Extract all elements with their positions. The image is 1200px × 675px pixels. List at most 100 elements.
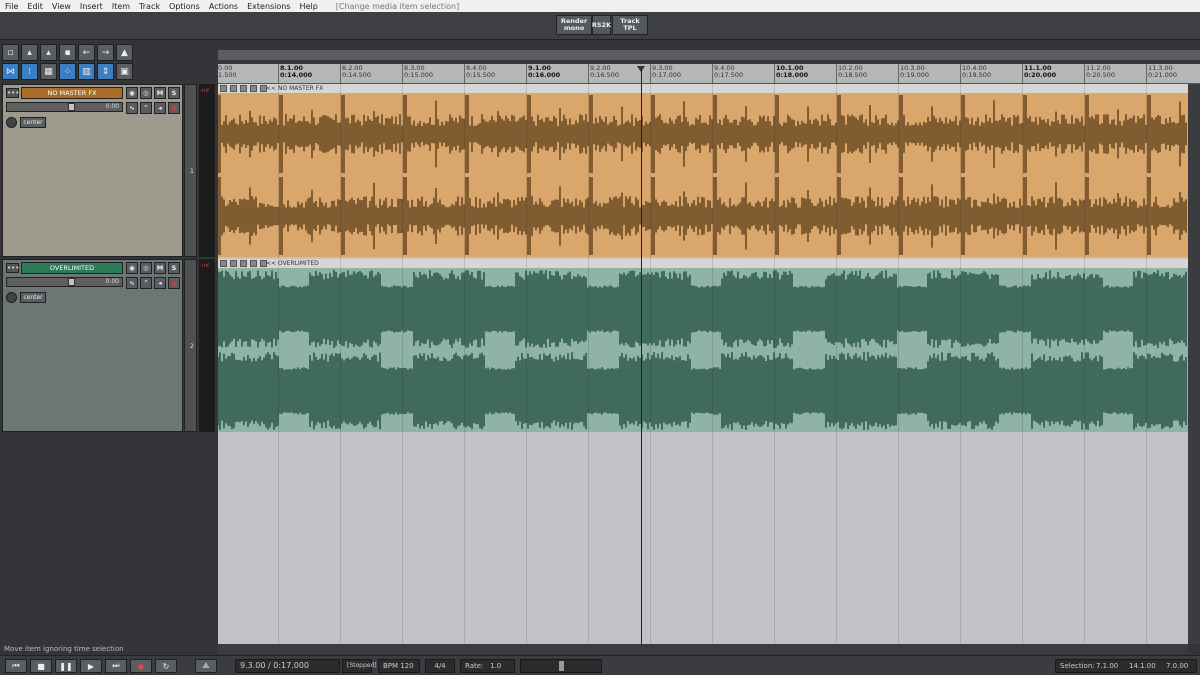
- render-mono-button[interactable]: Render mono: [556, 15, 592, 35]
- rewind-icon[interactable]: ⏮: [5, 659, 27, 673]
- menu-track[interactable]: Track: [134, 2, 164, 11]
- lock-icon[interactable]: ▣: [116, 63, 133, 80]
- menu-actions[interactable]: Actions: [204, 2, 242, 11]
- mute-button[interactable]: M: [154, 87, 166, 99]
- time-signature[interactable]: 4/4: [425, 659, 455, 673]
- track-options-icon[interactable]: •••: [6, 88, 19, 98]
- route-icon[interactable]: ◂: [154, 102, 166, 114]
- selection-display[interactable]: Selection: 7.1.00 14.1.00 7.0.00: [1055, 659, 1197, 673]
- menu-help[interactable]: Help: [295, 2, 322, 11]
- item-props-icon[interactable]: [240, 85, 247, 92]
- timeline-ruler[interactable]: 0.00 1.500 8.1.00 0:14.000 8.2.00 0:14.500 8.3…: [218, 64, 1200, 84]
- media-item-2[interactable]: << OVERLIMITED: [218, 259, 1188, 432]
- record-monitor-icon[interactable]: ◉: [126, 262, 138, 274]
- item-lock-icon[interactable]: [220, 260, 227, 267]
- grid-icon[interactable]: ▦: [40, 63, 57, 80]
- repeat-icon[interactable]: ↻: [155, 659, 177, 673]
- menu-extensions[interactable]: Extensions: [242, 2, 294, 11]
- phase-icon[interactable]: ⌃: [140, 277, 152, 289]
- item-fx-icon[interactable]: [230, 260, 237, 267]
- transport-options-icon[interactable]: ⟁: [195, 659, 217, 673]
- position-display[interactable]: 9.3.00 / 0:17.000: [235, 659, 340, 673]
- snap-icon[interactable]: ⁘: [59, 63, 76, 80]
- ripple-edit-icon[interactable]: ⁝: [21, 63, 38, 80]
- auto-crossfade-icon[interactable]: ⋈: [2, 63, 19, 80]
- ruler-tick: [650, 64, 651, 83]
- pan-knob[interactable]: [6, 117, 17, 128]
- solo-button[interactable]: S: [168, 87, 180, 99]
- fast-forward-icon[interactable]: ⏭: [105, 659, 127, 673]
- rate-display[interactable]: Rate: 1.0: [460, 659, 515, 673]
- rate-label: Rate:: [465, 662, 484, 670]
- grid-line: [340, 84, 341, 644]
- pause-icon[interactable]: ❚❚: [55, 659, 77, 673]
- record-icon[interactable]: ◉: [130, 659, 152, 673]
- menu-insert[interactable]: Insert: [75, 2, 107, 11]
- mute-button[interactable]: M: [154, 262, 166, 274]
- vertical-scrollbar[interactable]: [1188, 84, 1200, 644]
- project-settings-icon[interactable]: ▪: [59, 44, 76, 61]
- selection-label: Selection:: [1060, 662, 1095, 670]
- envelope-lock-icon[interactable]: ⇕: [97, 63, 114, 80]
- track-tpl-button[interactable]: Track TPL: [612, 15, 648, 35]
- ruler-label: 10.2.00 0:18.500: [838, 64, 868, 79]
- arrange-view[interactable]: << NO MASTER FX << OVERLIMITED: [218, 84, 1188, 644]
- item-take-icon[interactable]: [250, 260, 257, 267]
- fader-knob[interactable]: [68, 103, 75, 111]
- pan-value[interactable]: center: [20, 117, 46, 128]
- ruler-tick: [1084, 64, 1085, 83]
- empty-track-area[interactable]: [0, 432, 216, 644]
- media-item-1[interactable]: << NO MASTER FX: [218, 84, 1188, 257]
- track-panel-1[interactable]: ••• NO MASTER FX ◉ ◎ M S 0.00 ∿ ⌃ ◂ ◉ ce…: [2, 84, 183, 257]
- route-icon[interactable]: ◂: [154, 277, 166, 289]
- rs2k-button[interactable]: RS2K: [592, 15, 611, 35]
- play-icon[interactable]: ▶: [80, 659, 102, 673]
- bpm-display[interactable]: BPM 120: [378, 659, 420, 673]
- open-project-icon[interactable]: ▴: [21, 44, 38, 61]
- track-name[interactable]: OVERLIMITED: [21, 262, 123, 274]
- volume-fader[interactable]: 0.00: [6, 277, 123, 287]
- record-arm-icon[interactable]: ◉: [168, 277, 180, 289]
- horizontal-scrollbar[interactable]: [218, 644, 1188, 654]
- item-name: << OVERLIMITED: [266, 260, 319, 267]
- pan-value[interactable]: center: [20, 292, 46, 303]
- overview-scrollbar[interactable]: [218, 50, 1200, 60]
- menu-options[interactable]: Options: [164, 2, 204, 11]
- metronome-icon[interactable]: ▲: [116, 44, 133, 61]
- status-message: Move item ignoring time selection: [4, 645, 124, 653]
- redo-icon[interactable]: →: [97, 44, 114, 61]
- item-grouping-icon[interactable]: ▥: [78, 63, 95, 80]
- solo-button[interactable]: S: [168, 262, 180, 274]
- ruler-label: 9.2.00 0:16.500: [590, 64, 620, 79]
- rate-slider[interactable]: [520, 659, 602, 673]
- volume-fader[interactable]: 0.00: [6, 102, 123, 112]
- pan-knob[interactable]: [6, 292, 17, 303]
- track-name[interactable]: NO MASTER FX: [21, 87, 123, 99]
- item-take-icon[interactable]: [250, 85, 257, 92]
- menu-edit[interactable]: Edit: [22, 2, 47, 11]
- menu-file[interactable]: File: [0, 2, 22, 11]
- menu-item[interactable]: Item: [107, 2, 134, 11]
- record-arm-icon[interactable]: ◉: [168, 102, 180, 114]
- item-fx-icon[interactable]: [230, 85, 237, 92]
- menu-view[interactable]: View: [47, 2, 75, 11]
- item-props-icon[interactable]: [240, 260, 247, 267]
- stop-icon[interactable]: ■: [30, 659, 52, 673]
- save-project-icon[interactable]: ▴: [40, 44, 57, 61]
- rate-slider-thumb[interactable]: [559, 661, 564, 671]
- rate-value: 1.0: [490, 662, 502, 670]
- envelope-icon[interactable]: ∿: [126, 277, 138, 289]
- item-lock-icon[interactable]: [220, 85, 227, 92]
- ruler-label: 9.3.00 0:17.000: [652, 64, 682, 79]
- record-monitor-icon[interactable]: ◉: [126, 87, 138, 99]
- track-options-icon[interactable]: •••: [6, 263, 19, 273]
- envelope-icon[interactable]: ∿: [126, 102, 138, 114]
- fx-icon[interactable]: ◎: [140, 262, 152, 274]
- track-panel-2[interactable]: ••• OVERLIMITED ◉ ◎ M S 0.00 ∿ ⌃ ◂ ◉ cen…: [2, 259, 183, 432]
- new-project-icon[interactable]: ▫: [2, 44, 19, 61]
- ruler-tick: [774, 64, 775, 83]
- phase-icon[interactable]: ⌃: [140, 102, 152, 114]
- undo-icon[interactable]: ←: [78, 44, 95, 61]
- fx-icon[interactable]: ◎: [140, 87, 152, 99]
- fader-knob[interactable]: [68, 278, 75, 286]
